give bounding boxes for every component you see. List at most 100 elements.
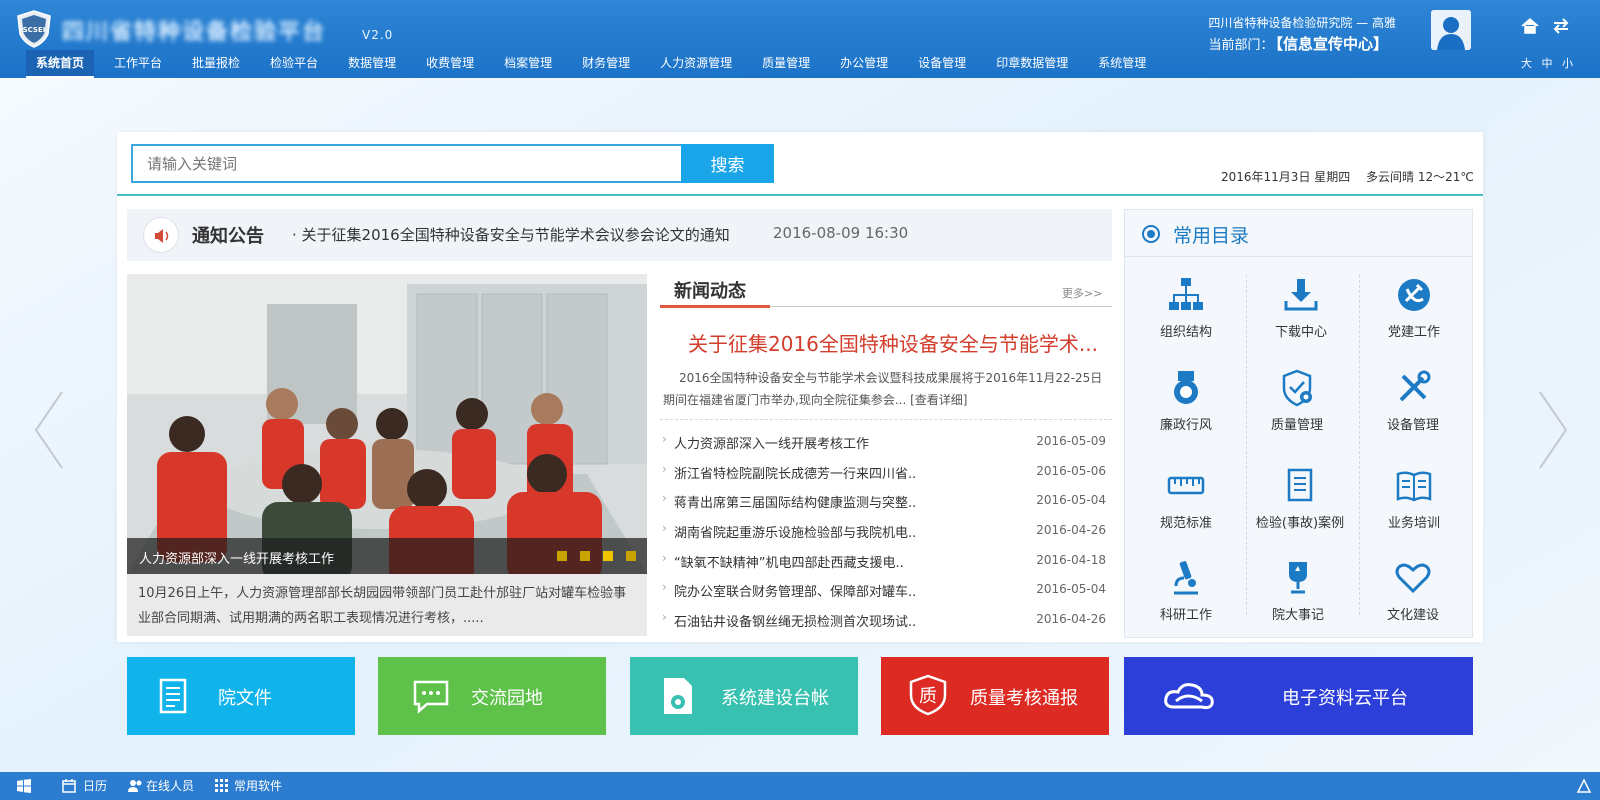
catalog-item-culture[interactable]: 文化建设 xyxy=(1358,558,1468,638)
gear-document-icon xyxy=(664,678,692,714)
slide-dot-3[interactable] xyxy=(603,551,613,561)
windows-start-icon[interactable] xyxy=(16,778,32,794)
catalog-item-label: 规范标准 xyxy=(1159,516,1212,531)
catalog-item-standards[interactable]: 规范标准 xyxy=(1131,466,1241,546)
catalog-item-training[interactable]: 业务培训 xyxy=(1359,466,1469,546)
catalog-item-label: 廉政行风 xyxy=(1159,418,1212,433)
shield-gear-icon xyxy=(1282,369,1312,407)
photo-caption[interactable]: 人力资源部深入一线开展考核工作 xyxy=(139,548,334,567)
chevron-right-icon: › xyxy=(662,521,667,536)
news-item[interactable]: › “缺氧不缺精神”机电四部赴西藏支援电.. 2016-04-18 xyxy=(660,549,1112,579)
news-item-date: 2016-05-06 xyxy=(1036,463,1106,478)
notice-bar: 通知公告 · 关于征集2016全国特种设备安全与节能学术会议参会论文的通知 20… xyxy=(127,209,1112,261)
slide-dot-4[interactable] xyxy=(626,551,636,561)
font-size-switch: 大 中 小 xyxy=(1521,55,1576,71)
tile-quality-report[interactable]: 质 质量考核通报 xyxy=(881,657,1109,735)
news-item-title[interactable]: 浙江省特检院副院长成德芳一行来四川省.. xyxy=(674,463,916,482)
catalog-item-equipment[interactable]: 设备管理 xyxy=(1358,368,1468,448)
catalog-item-integrity[interactable]: 廉政行风 xyxy=(1131,368,1241,448)
font-size-medium[interactable]: 中 xyxy=(1542,57,1556,70)
nav-quality-management[interactable]: 质量管理 xyxy=(752,50,820,78)
nav-batch-report[interactable]: 批量报检 xyxy=(182,50,250,78)
trophy-icon xyxy=(1289,562,1307,594)
user-avatar-icon xyxy=(1431,10,1471,50)
nav-inspection-platform[interactable]: 检验平台 xyxy=(260,50,328,78)
chevron-right-icon: › xyxy=(662,491,667,506)
chevron-right-icon: › xyxy=(662,580,667,595)
slide-dot-2[interactable] xyxy=(580,551,590,561)
nav-data-management[interactable]: 数据管理 xyxy=(338,50,406,78)
nav-fee-management[interactable]: 收费管理 xyxy=(416,50,484,78)
catalog-item-cases[interactable]: 检验(事故)案例 xyxy=(1245,466,1355,546)
avatar[interactable] xyxy=(1431,10,1471,50)
prev-arrow-icon[interactable] xyxy=(32,390,66,470)
news-more-link[interactable]: 更多>> xyxy=(1062,285,1102,301)
switch-icon[interactable] xyxy=(1551,16,1571,36)
taskbar-calendar[interactable]: 日历 xyxy=(83,777,107,794)
font-size-large[interactable]: 大 xyxy=(1521,57,1535,70)
speaker-icon xyxy=(143,217,179,253)
chevron-right-icon: › xyxy=(662,461,667,476)
open-book-icon xyxy=(1396,471,1432,502)
nav-equipment-management[interactable]: 设备管理 xyxy=(908,50,976,78)
nav-office-management[interactable]: 办公管理 xyxy=(830,50,898,78)
search-input[interactable] xyxy=(131,144,683,183)
tile-cloud-platform[interactable]: 电子资料云平台 xyxy=(1124,657,1473,735)
nav-hr-management[interactable]: 人力资源管理 xyxy=(650,50,742,78)
news-item[interactable]: › 人力资源部深入一线开展考核工作 2016-05-09 xyxy=(660,430,1112,460)
quality-badge-icon: 质 xyxy=(909,674,947,716)
weather: 多云间晴 12～21℃ xyxy=(1366,170,1474,184)
catalog-item-party[interactable]: 党建工作 xyxy=(1359,275,1469,355)
catalog-item-org[interactable]: 组织结构 xyxy=(1131,275,1241,355)
taskbar-common-software[interactable]: 常用软件 xyxy=(234,777,282,794)
tile-system-ledger[interactable]: 系统建设台帐 xyxy=(630,657,858,735)
catalog-title: 常用目录 xyxy=(1173,225,1250,247)
tray-icon[interactable] xyxy=(1576,778,1592,794)
slide-dot-1[interactable] xyxy=(557,551,567,561)
search-button[interactable]: 搜索 xyxy=(681,144,774,183)
home-icon[interactable] xyxy=(1520,16,1540,36)
news-item[interactable]: › 院办公室联合财务管理部、保障部对罐车.. 2016-05-04 xyxy=(660,578,1112,608)
nav-home[interactable]: 系统首页 xyxy=(26,50,95,78)
notice-link[interactable]: · 关于征集2016全国特种设备安全与节能学术会议参会论文的通知 xyxy=(292,224,730,245)
news-item-title[interactable]: 蒋青出席第三届国际结构健康监测与突整.. xyxy=(674,492,916,511)
nav-system-management[interactable]: 系统管理 xyxy=(1088,50,1156,78)
catalog-item-label: 检验(事故)案例 xyxy=(1255,516,1345,531)
tile-exchange-forum[interactable]: 交流园地 xyxy=(378,657,606,735)
news-item[interactable]: › 浙江省特检院副院长成德芳一行来四川省.. 2016-05-06 xyxy=(660,460,1112,490)
target-icon xyxy=(1142,225,1160,243)
notice-title: 通知公告 xyxy=(192,226,264,247)
chat-icon xyxy=(413,680,449,714)
catalog-item-research[interactable]: 科研工作 xyxy=(1131,558,1241,638)
catalog-item-label: 下载中心 xyxy=(1274,325,1327,340)
font-size-small[interactable]: 小 xyxy=(1562,57,1576,70)
news-item-title[interactable]: 石油钻井设备钢丝绳无损检测首次现场试.. xyxy=(674,611,916,630)
nav-seal-data-management[interactable]: 印章数据管理 xyxy=(986,50,1078,78)
news-item-title[interactable]: “缺氧不缺精神”机电四部赴西藏支援电.. xyxy=(674,552,904,571)
news-headline[interactable]: 关于征集2016全国特种设备安全与节能学术... xyxy=(688,328,1098,357)
catalog-item-download[interactable]: 下载中心 xyxy=(1246,275,1356,355)
catalog-item-quality[interactable]: 质量管理 xyxy=(1242,368,1352,448)
logo-icon: SCSEI xyxy=(17,10,51,48)
news-item-date: 2016-04-18 xyxy=(1036,552,1106,567)
news-item[interactable]: › 湖南省院起重游乐设施检验部与我院机电.. 2016-04-26 xyxy=(660,519,1112,549)
tile-institute-documents[interactable]: 院文件 xyxy=(127,657,355,735)
nav-finance-management[interactable]: 财务管理 xyxy=(572,50,640,78)
news-item-title[interactable]: 湖南省院起重游乐设施检验部与我院机电.. xyxy=(674,522,916,541)
nav-archive-management[interactable]: 档案管理 xyxy=(494,50,562,78)
news-item-title[interactable]: 人力资源部深入一线开展考核工作 xyxy=(674,433,869,452)
catalog-item-label: 院大事记 xyxy=(1271,608,1324,623)
svg-text:SCSEI: SCSEI xyxy=(23,26,46,34)
news-photo[interactable] xyxy=(127,274,647,574)
next-arrow-icon[interactable] xyxy=(1536,390,1570,470)
document-icon xyxy=(159,678,187,714)
news-item[interactable]: › 蒋青出席第三届国际结构健康监测与突整.. 2016-05-04 xyxy=(660,489,1112,519)
taskbar-online-users[interactable]: 在线人员 xyxy=(146,777,194,794)
catalog-item-events[interactable]: 院大事记 xyxy=(1243,558,1353,638)
news-item-date: 2016-05-04 xyxy=(1036,582,1106,597)
tile-label: 质量考核通报 xyxy=(970,688,1078,709)
news-item-title[interactable]: 院办公室联合财务管理部、保障部对罐车.. xyxy=(674,581,916,600)
nav-work-platform[interactable]: 工作平台 xyxy=(104,50,172,78)
news-item[interactable]: › 石油钻井设备钢丝绳无损检测首次现场试.. 2016-04-26 xyxy=(660,608,1112,638)
tile-label: 交流园地 xyxy=(471,688,543,709)
